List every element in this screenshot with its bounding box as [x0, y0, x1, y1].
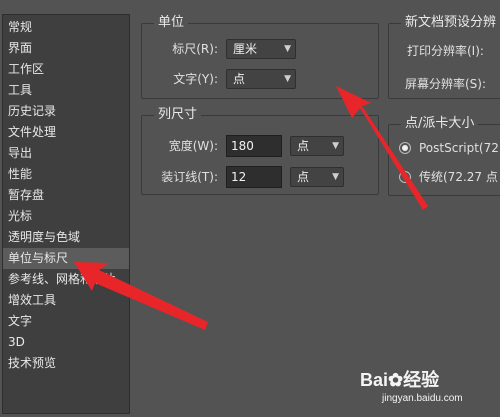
watermark-brand: Bai✿经验	[360, 370, 440, 390]
arrow-to-units-rulers-item	[74, 262, 208, 330]
arrow-to-ruler-select	[336, 86, 428, 210]
annotation-arrows	[74, 86, 428, 330]
preferences-dialog: 常规 界面 工作区 工具 历史记录 文件处理 导出 性能 暂存盘 光标 透明度与…	[0, 0, 500, 417]
paw-icon: ✿	[388, 370, 404, 390]
watermark-url: jingyan.baidu.com	[382, 393, 463, 404]
